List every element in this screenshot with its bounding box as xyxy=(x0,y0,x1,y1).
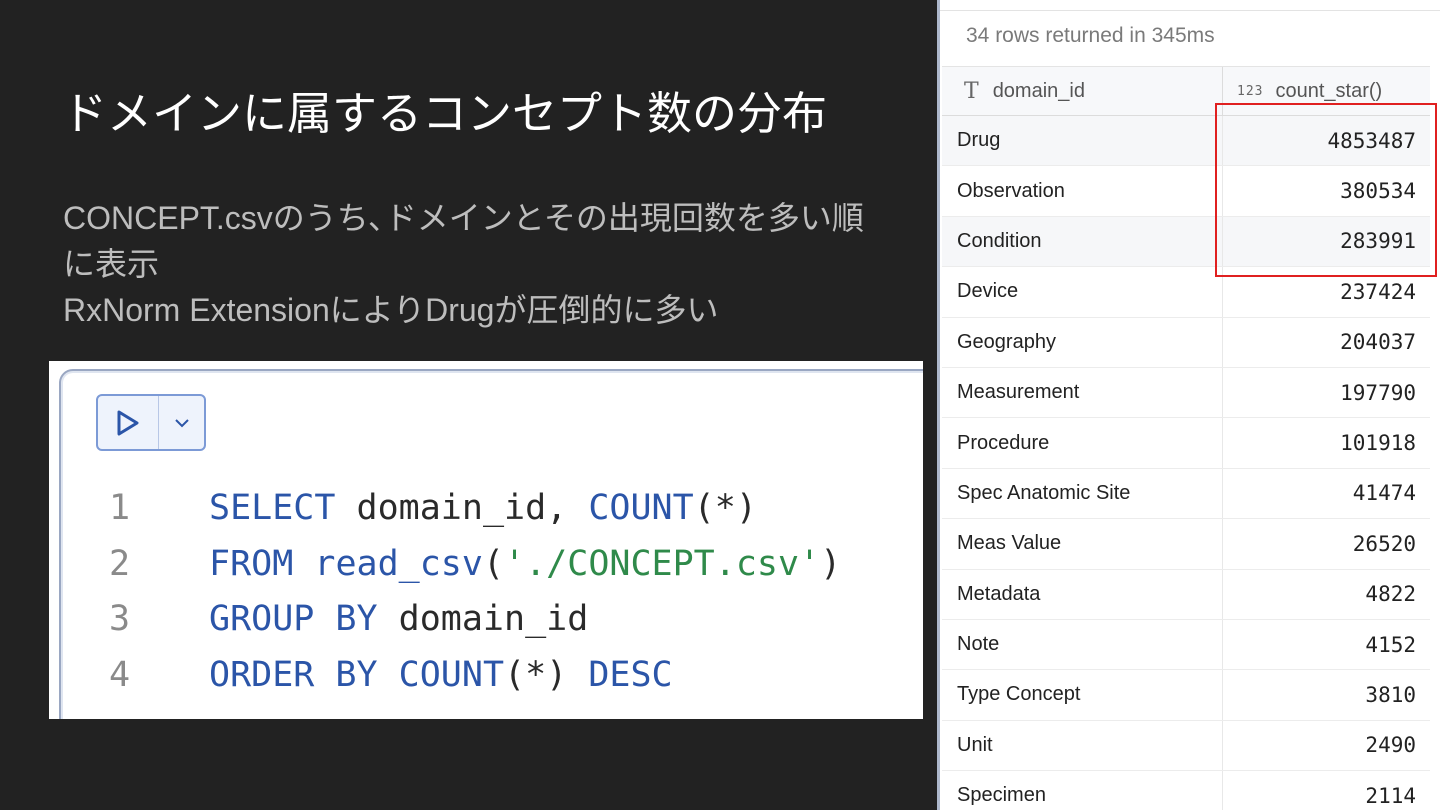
table-row[interactable]: Meas Value 26520 xyxy=(942,519,1430,570)
play-icon xyxy=(117,410,139,435)
sql-editor[interactable]: 1 SELECT domain_id, COUNT(*) 2 FROM read_cs… xyxy=(49,361,923,719)
code-token: ORDER BY xyxy=(209,654,378,695)
code-token: FROM xyxy=(209,543,294,584)
domain-id-cell[interactable]: Meas Value xyxy=(942,519,1223,569)
count-cell[interactable]: 26520 xyxy=(1223,519,1430,568)
column-header-domain-id[interactable]: T domain_id xyxy=(942,67,1223,115)
count-cell[interactable]: 3810 xyxy=(1223,670,1430,719)
chevron-down-icon xyxy=(174,418,189,427)
column-name: domain_id xyxy=(992,79,1085,102)
number-type-icon: 123 xyxy=(1237,83,1264,99)
count-cell[interactable]: 41474 xyxy=(1223,469,1430,518)
run-button[interactable] xyxy=(98,396,159,449)
code-text: SELECT domain_id, COUNT(*) xyxy=(209,481,757,537)
code-token: COUNT xyxy=(398,654,505,695)
code-token: (*) xyxy=(693,488,757,528)
count-cell[interactable]: 101918 xyxy=(1223,418,1430,467)
line-number: 2 xyxy=(109,543,131,584)
code-line[interactable]: 3 GROUP BY domain_id xyxy=(109,592,841,648)
run-button-group[interactable] xyxy=(96,394,206,451)
panel-divider xyxy=(937,0,940,810)
code-line[interactable]: 4 ORDER BY COUNT(*) DESC xyxy=(109,648,841,704)
code-token: domain_id xyxy=(377,599,589,639)
code-token: './CONCEPT.csv' xyxy=(504,543,821,584)
count-cell[interactable]: 4152 xyxy=(1223,620,1430,669)
code-token: GROUP BY xyxy=(209,599,378,639)
domain-id-cell[interactable]: Note xyxy=(942,619,1223,670)
table-row[interactable]: Procedure 101918 xyxy=(942,418,1430,469)
run-options-dropdown[interactable] xyxy=(159,396,204,449)
table-row[interactable]: Specimen 2114 xyxy=(942,771,1430,810)
code-token: ( xyxy=(482,543,505,584)
count-cell[interactable]: 4822 xyxy=(1223,570,1430,619)
domain-id-cell[interactable]: Observation xyxy=(942,166,1223,216)
domain-id-cell[interactable]: Procedure xyxy=(942,418,1223,468)
code-token: SELECT xyxy=(209,488,336,528)
domain-id-cell[interactable]: Drug xyxy=(942,116,1223,166)
top-divider xyxy=(940,10,1440,11)
code-token: (*) xyxy=(504,654,589,695)
code-text: GROUP BY domain_id xyxy=(209,592,588,648)
code-text: ORDER BY COUNT(*) DESC xyxy=(209,648,673,704)
domain-id-cell[interactable]: Spec Anatomic Site xyxy=(942,468,1223,519)
line-number: 1 xyxy=(109,488,131,528)
table-row[interactable]: Type Concept 3810 xyxy=(942,670,1430,721)
table-row[interactable]: Metadata 4822 xyxy=(942,569,1430,620)
domain-id-cell[interactable]: Metadata xyxy=(942,569,1223,619)
code-line[interactable]: 1 SELECT domain_id, COUNT(*) xyxy=(109,481,841,537)
line-number: 4 xyxy=(109,654,131,695)
text-type-icon: T xyxy=(964,78,979,104)
code-token: domain_id, xyxy=(335,488,589,528)
code-token: COUNT xyxy=(588,488,694,528)
table-row[interactable]: Measurement 197790 xyxy=(942,367,1430,419)
domain-id-cell[interactable]: Type Concept xyxy=(942,670,1223,720)
body-line: に表示 xyxy=(63,246,160,282)
table-row[interactable]: Spec Anatomic Site 41474 xyxy=(942,468,1430,520)
body-line: RxNorm ExtensionによりDrugが圧倒的に多い xyxy=(63,292,719,328)
domain-id-cell[interactable]: Specimen xyxy=(942,771,1223,810)
code-text: FROM read_csv('./CONCEPT.csv') xyxy=(209,537,841,593)
count-cell[interactable]: 197790 xyxy=(1223,368,1430,417)
domain-id-cell[interactable]: Device xyxy=(942,267,1223,317)
slide-body: CONCEPT.csvのうち､ドメインとその出現回数を多い順 に表示 RxNor… xyxy=(63,195,923,333)
count-cell[interactable]: 2114 xyxy=(1223,771,1430,810)
domain-id-cell[interactable]: Measurement xyxy=(942,367,1223,418)
slide-title: ドメインに属するコンセプト数の分布 xyxy=(62,88,828,139)
code-token: DESC xyxy=(588,654,673,695)
result-status: 34 rows returned in 345ms xyxy=(966,24,1215,47)
table-row[interactable]: Note 4152 xyxy=(942,619,1430,671)
count-cell[interactable]: 204037 xyxy=(1223,318,1430,367)
table-row[interactable]: Geography 204037 xyxy=(942,317,1430,368)
domain-id-cell[interactable]: Geography xyxy=(942,317,1223,367)
code-area[interactable]: 1 SELECT domain_id, COUNT(*) 2 FROM read_cs… xyxy=(109,481,841,703)
highlight-box xyxy=(1215,103,1437,277)
body-line: CONCEPT.csvのうち､ドメインとその出現回数を多い順 xyxy=(63,200,864,236)
code-token: read_csv xyxy=(314,543,483,584)
table-row[interactable]: Unit 2490 xyxy=(942,720,1430,772)
domain-id-cell[interactable]: Condition xyxy=(942,216,1223,267)
line-number: 3 xyxy=(109,599,131,639)
column-name: count_star() xyxy=(1275,79,1383,102)
domain-id-cell[interactable]: Unit xyxy=(942,720,1223,771)
code-token: ) xyxy=(820,543,842,584)
code-line[interactable]: 2 FROM read_csv('./CONCEPT.csv') xyxy=(109,537,841,593)
count-cell[interactable]: 2490 xyxy=(1223,721,1430,770)
